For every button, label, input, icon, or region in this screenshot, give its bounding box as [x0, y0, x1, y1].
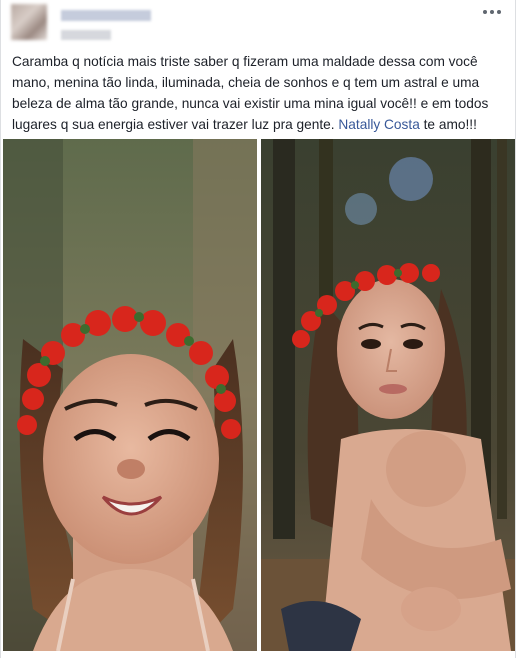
photo-grid — [1, 139, 516, 651]
author-name-redacted[interactable] — [61, 10, 151, 21]
photo-right-image — [261, 139, 515, 651]
post-header — [1, 0, 515, 50]
post-text: Caramba q notícia mais triste saber q fi… — [12, 51, 506, 135]
avatar[interactable] — [11, 4, 47, 40]
photo-left-image — [3, 139, 257, 651]
dot — [490, 10, 494, 14]
photo-right[interactable] — [261, 139, 515, 651]
post-text-tail: te amo!!! — [423, 117, 477, 132]
post-meta-redacted — [61, 30, 111, 40]
mention-link[interactable]: Natally Costa — [338, 117, 419, 132]
more-options-icon[interactable] — [479, 2, 505, 22]
facebook-post: Caramba q notícia mais triste saber q fi… — [0, 0, 516, 658]
photo-left[interactable] — [3, 139, 257, 651]
dot — [483, 10, 487, 14]
dot — [497, 10, 501, 14]
